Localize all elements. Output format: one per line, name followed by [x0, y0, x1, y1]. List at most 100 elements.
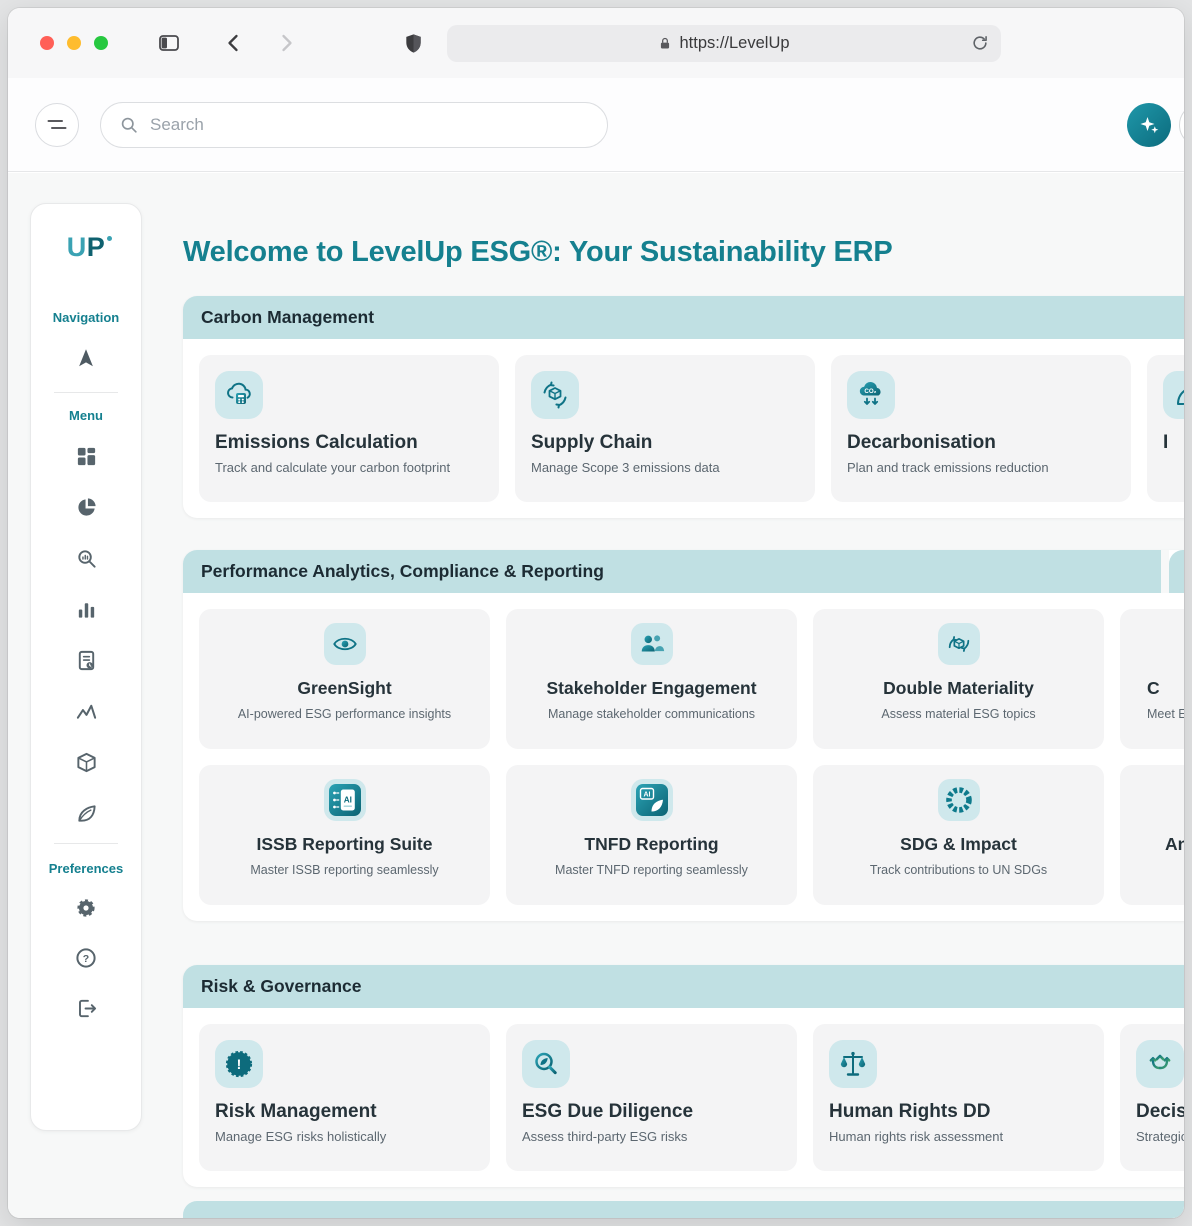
card-partial-risk[interactable]: Decis Strategic	[1120, 1024, 1184, 1171]
icon-tile	[1136, 1040, 1184, 1088]
browser-toolbar: https://LevelUp	[8, 8, 1184, 78]
card-decarbonisation[interactable]: CO₂ Decarbonisation Plan and track emiss…	[831, 355, 1131, 502]
card-title: SDG & Impact	[900, 834, 1017, 855]
page-title: Welcome to LevelUp ESG®: Your Sustainabi…	[183, 236, 1184, 269]
main-area: Welcome to LevelUp ESG®: Your Sustainabi…	[183, 173, 1184, 1218]
card-subtitle: Master ISSB reporting seamlessly	[250, 863, 438, 877]
trend-icon[interactable]	[74, 699, 98, 723]
header-partial-button[interactable]	[1179, 103, 1184, 147]
app-header	[8, 78, 1184, 172]
section-carbon-management: Carbon Management	[183, 296, 1184, 518]
section-title: Performance Analytics, Compliance & Repo…	[201, 561, 604, 582]
risk-badge-icon: !	[224, 1049, 254, 1079]
menu-section-label: Menu	[69, 408, 103, 423]
icon-tile	[324, 623, 366, 665]
address-bar[interactable]: https://LevelUp	[447, 25, 1001, 62]
card-title: Supply Chain	[531, 432, 799, 454]
navigation-section-label: Navigation	[53, 310, 119, 325]
sidebar-divider	[54, 392, 118, 393]
leaf-icon[interactable]	[74, 801, 98, 825]
help-icon[interactable]: ?	[74, 946, 98, 970]
crossroads-arrows-icon	[1145, 1049, 1175, 1079]
section-header: Risk & Governance	[183, 965, 1184, 1008]
minimize-window-button[interactable]	[67, 36, 81, 50]
sidebar: UP Navigation Menu	[30, 203, 142, 1131]
card-issb-reporting-suite[interactable]: AI ISSB Reporting Suite Master ISSB repo…	[199, 765, 490, 905]
settings-gear-icon[interactable]	[74, 896, 98, 920]
svg-text:AI: AI	[343, 796, 351, 805]
card-subtitle: Manage stakeholder communications	[548, 707, 755, 721]
card-subtitle: Strategic	[1136, 1129, 1184, 1144]
url-text: https://LevelUp	[679, 34, 789, 53]
privacy-shield-icon[interactable]	[402, 32, 425, 55]
card-subtitle: Manage Scope 3 emissions data	[531, 460, 799, 475]
svg-text:!: !	[237, 1056, 242, 1072]
package-icon[interactable]	[74, 750, 98, 774]
card-partial-row1[interactable]: C Meet EU	[1120, 609, 1184, 749]
card-title: Stakeholder Engagement	[546, 678, 756, 699]
card-title: C	[1147, 678, 1160, 699]
icon-tile: CO₂	[847, 371, 895, 419]
cloud-calculator-icon	[224, 380, 254, 410]
lock-icon	[658, 36, 672, 51]
logout-icon[interactable]	[74, 996, 98, 1020]
card-partial-row2[interactable]: Ant	[1120, 765, 1184, 905]
icon-tile: !	[215, 1040, 263, 1088]
leaf-eye-icon	[331, 630, 359, 658]
close-window-button[interactable]	[40, 36, 54, 50]
icon-tile	[1163, 371, 1184, 419]
card-stakeholder-engagement[interactable]: Stakeholder Engagement Manage stakeholde…	[506, 609, 797, 749]
dashboard-icon[interactable]	[74, 444, 98, 468]
bar-chart-icon[interactable]	[74, 597, 98, 621]
next-section-header-fragment: P	[1169, 550, 1184, 593]
card-partial-carbon[interactable]: I	[1147, 355, 1184, 502]
reload-icon[interactable]	[970, 33, 990, 53]
card-title: Double Materiality	[883, 678, 1034, 699]
card-risk-management[interactable]: ! Risk Management Manage ESG risks holis…	[199, 1024, 490, 1171]
card-tnfd-reporting[interactable]: AI TNFD Reporting Master TNFD reporting …	[506, 765, 797, 905]
card-human-rights-dd[interactable]: Human Rights DD Human rights risk assess…	[813, 1024, 1104, 1171]
pie-chart-icon[interactable]	[74, 495, 98, 519]
menu-button[interactable]	[35, 103, 79, 147]
search-icon	[119, 115, 139, 135]
card-title: Emissions Calculation	[215, 432, 483, 454]
section-risk-governance: Risk & Governance ! Risk Management Mana…	[183, 965, 1184, 1187]
card-subtitle: Track contributions to UN SDGs	[870, 863, 1047, 877]
card-emissions-calculation[interactable]: Emissions Calculation Track and calculat…	[199, 355, 499, 502]
card-subtitle: Track and calculate your carbon footprin…	[215, 460, 483, 475]
card-double-materiality[interactable]: Double Materiality Assess material ESG t…	[813, 609, 1104, 749]
card-title: Decis	[1136, 1101, 1184, 1123]
scales-icon	[838, 1049, 868, 1079]
card-sdg-impact[interactable]: SDG & Impact Track contributions to UN S…	[813, 765, 1104, 905]
preferences-section-label: Preferences	[49, 861, 123, 876]
search-analytics-icon[interactable]	[74, 546, 98, 570]
search-input[interactable]	[150, 115, 589, 135]
icon-tile: AI	[324, 779, 366, 821]
icon-tile	[938, 623, 980, 665]
card-subtitle: Assess material ESG topics	[881, 707, 1035, 721]
card-greensight[interactable]: GreenSight AI-powered ESG performance in…	[199, 609, 490, 749]
cube-arrows-icon	[945, 630, 973, 658]
sidebar-toggle-icon[interactable]	[156, 31, 182, 55]
section-performance-analytics: Performance Analytics, Compliance & Repo…	[183, 550, 1184, 921]
card-supply-chain[interactable]: Supply Chain Manage Scope 3 emissions da…	[515, 355, 815, 502]
card-title: GreenSight	[297, 678, 391, 699]
navigation-arrow-icon[interactable]	[74, 346, 98, 370]
back-button[interactable]	[222, 31, 246, 55]
global-search[interactable]	[100, 102, 608, 148]
icon-tile	[631, 623, 673, 665]
icon-tile	[215, 371, 263, 419]
card-title: Risk Management	[215, 1101, 474, 1123]
card-esg-due-diligence[interactable]: ESG Due Diligence Assess third-party ESG…	[506, 1024, 797, 1171]
forward-button[interactable]	[274, 31, 298, 55]
next-section-header-peek	[183, 1201, 1184, 1218]
zoom-window-button[interactable]	[94, 36, 108, 50]
report-document-icon[interactable]	[74, 648, 98, 672]
app-logo: UP	[67, 232, 106, 263]
ai-assistant-button[interactable]	[1127, 103, 1171, 147]
card-title: ESG Due Diligence	[522, 1101, 781, 1123]
icon-tile: AI	[631, 779, 673, 821]
card-title: Human Rights DD	[829, 1101, 1088, 1123]
browser-window: https://LevelUp UP	[8, 8, 1184, 1218]
people-icon	[638, 630, 666, 658]
